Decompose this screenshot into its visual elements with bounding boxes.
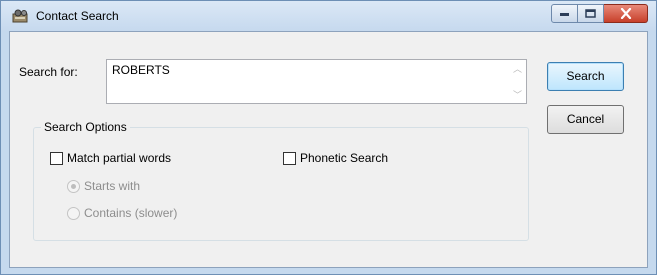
window-controls bbox=[551, 4, 648, 23]
search-for-label: Search for: bbox=[19, 65, 78, 79]
scroll-up-icon[interactable]: ︿ bbox=[509, 62, 526, 75]
minimize-icon bbox=[560, 12, 569, 16]
maximize-icon bbox=[585, 9, 596, 18]
match-partial-words-label[interactable]: Match partial words bbox=[67, 151, 171, 165]
radio-selected-dot bbox=[71, 184, 76, 189]
title-bar[interactable]: Contact Search bbox=[1, 1, 656, 31]
dialog-body: Search for: ROBERTS ︿ ﹀ Search Cancel Se… bbox=[9, 31, 648, 268]
close-icon bbox=[620, 8, 631, 19]
close-button[interactable] bbox=[604, 4, 648, 23]
search-input-scrollbar[interactable]: ︿ ﹀ bbox=[509, 60, 526, 103]
search-input-value[interactable]: ROBERTS bbox=[112, 63, 170, 77]
scroll-down-icon[interactable]: ﹀ bbox=[509, 88, 526, 101]
contains-label: Contains (slower) bbox=[84, 206, 178, 220]
maximize-button[interactable] bbox=[578, 4, 604, 23]
minimize-button[interactable] bbox=[551, 4, 578, 23]
search-button[interactable]: Search bbox=[547, 62, 624, 91]
window-title: Contact Search bbox=[36, 9, 119, 23]
contact-search-window: Contact Search Search for: ROBERTS ︿ ﹀ S… bbox=[0, 0, 657, 275]
search-input[interactable]: ROBERTS ︿ ﹀ bbox=[106, 59, 527, 104]
cancel-button[interactable]: Cancel bbox=[547, 105, 624, 134]
match-partial-words-checkbox[interactable] bbox=[50, 152, 63, 165]
contact-book-icon bbox=[12, 9, 30, 23]
starts-with-radio[interactable] bbox=[67, 180, 80, 193]
starts-with-label: Starts with bbox=[84, 179, 141, 193]
phonetic-search-checkbox[interactable] bbox=[283, 152, 296, 165]
contains-radio[interactable] bbox=[67, 207, 80, 220]
phonetic-search-label[interactable]: Phonetic Search bbox=[300, 151, 388, 165]
search-options-title: Search Options bbox=[41, 120, 130, 134]
